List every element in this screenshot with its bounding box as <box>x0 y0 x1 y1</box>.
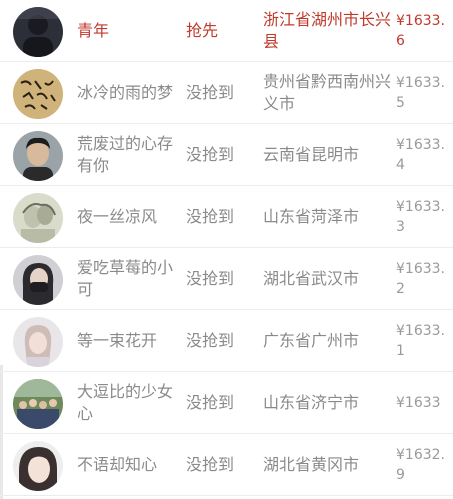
location: 山东省济宁市 <box>263 392 360 412</box>
location: 广东省广州市 <box>263 330 360 350</box>
grab-status: 没抢到 <box>186 268 235 288</box>
location: 浙江省湖州市长兴县 <box>263 9 392 51</box>
list-item[interactable]: 不语却知心 没抢到 湖北省黄冈市 ¥1632.9 <box>0 434 453 496</box>
grab-result-list: 青年 抢先 浙江省湖州市长兴县 ¥1633.6 冰冷的雨的梦 没抢到 贵州省黔西… <box>0 0 453 496</box>
grab-status: 抢先 <box>186 20 219 40</box>
grab-status: 没抢到 <box>186 82 235 102</box>
list-item[interactable]: 等一束花开 没抢到 广东省广州市 ¥1633.1 <box>0 310 453 372</box>
list-item[interactable]: 大逗比的少女心 没抢到 山东省济宁市 ¥1633 <box>0 372 453 434</box>
amount: ¥1633.4 <box>396 136 445 173</box>
location: 湖北省武汉市 <box>263 268 360 288</box>
nickname: 夜一丝凉风 <box>77 206 158 226</box>
nickname: 等一束花开 <box>77 330 158 350</box>
avatar-masked-girl <box>13 255 63 305</box>
amount: ¥1632.9 <box>396 446 445 483</box>
location: 山东省菏泽市 <box>263 206 360 226</box>
location: 湖北省黄冈市 <box>263 454 360 474</box>
location: 云南省昆明市 <box>263 144 360 164</box>
nickname: 大逗比的少女心 <box>77 381 174 423</box>
location: 贵州省黔西南州兴义市 <box>263 71 392 113</box>
nickname: 冰冷的雨的梦 <box>77 82 174 102</box>
list-item[interactable]: 冰冷的雨的梦 没抢到 贵州省黔西南州兴义市 ¥1633.5 <box>0 62 453 124</box>
amount: ¥1633.2 <box>396 260 445 297</box>
avatar-calligraphy <box>13 69 63 119</box>
avatar-group-photo <box>13 379 63 429</box>
nickname: 青年 <box>77 20 110 40</box>
amount: ¥1633.5 <box>396 74 445 111</box>
list-item[interactable]: 爱吃草莓的小可 没抢到 湖北省武汉市 ¥1633.2 <box>0 248 453 310</box>
amount: ¥1633.6 <box>396 12 445 49</box>
list-item[interactable]: 荒废过的心存有你 没抢到 云南省昆明市 ¥1633.4 <box>0 124 453 186</box>
nickname: 荒废过的心存有你 <box>77 133 174 175</box>
avatar-man-portrait <box>13 131 63 181</box>
grab-status: 没抢到 <box>186 206 235 226</box>
avatar-girl-portrait <box>13 317 63 367</box>
grab-status: 没抢到 <box>186 454 235 474</box>
grab-status: 没抢到 <box>186 144 235 164</box>
amount: ¥1633 <box>396 394 441 411</box>
avatar-dark-silhouette <box>13 7 63 57</box>
amount: ¥1633.3 <box>396 198 445 235</box>
list-item[interactable]: 青年 抢先 浙江省湖州市长兴县 ¥1633.6 <box>0 0 453 62</box>
grab-status: 没抢到 <box>186 330 235 350</box>
list-item[interactable]: 夜一丝凉风 没抢到 山东省菏泽市 ¥1633.3 <box>0 186 453 248</box>
grab-status: 没抢到 <box>186 392 235 412</box>
nickname: 爱吃草莓的小可 <box>77 257 174 299</box>
nickname: 不语却知心 <box>77 454 158 474</box>
avatar-girl-face <box>13 441 63 491</box>
avatar-couple-sketch <box>13 193 63 243</box>
amount: ¥1633.1 <box>396 322 445 359</box>
